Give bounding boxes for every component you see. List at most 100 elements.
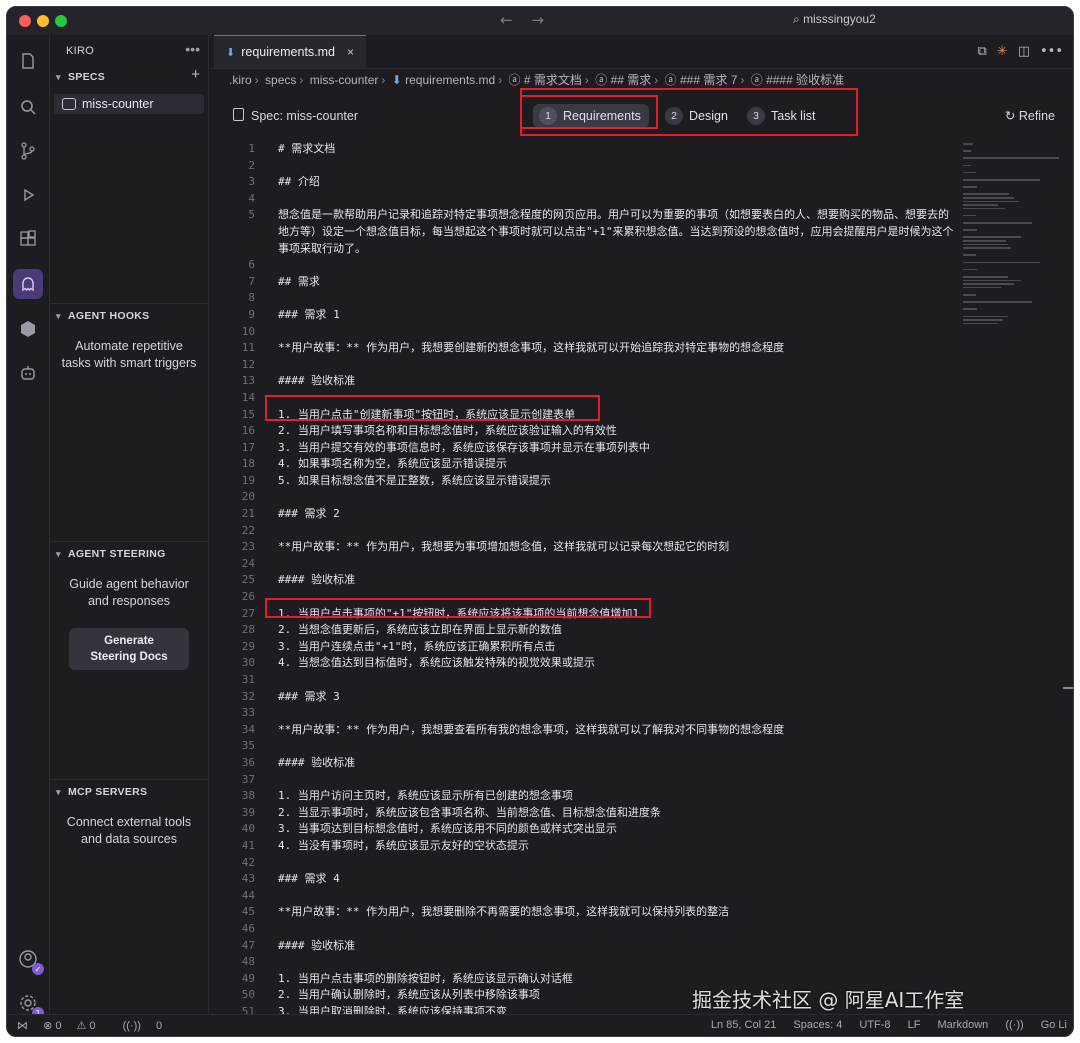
extensions-icon[interactable] <box>16 227 40 251</box>
code-line[interactable]: 40 3. 当事项达到目标想念值时，系统应该用不同的颜色或样式突出显示 <box>211 821 951 838</box>
agent-steering-section-header[interactable]: ▾ AGENT STEERING <box>56 548 166 560</box>
code-line[interactable]: 47 #### 验收标准 <box>211 938 951 955</box>
code-line[interactable]: 17 3. 当用户提交有效的事项信息时，系统应该保存该事项并显示在事项列表中 <box>211 440 951 457</box>
open-preview-icon[interactable]: ⧉ <box>977 44 986 59</box>
code-line[interactable]: 12 <box>211 357 951 374</box>
code-line[interactable]: 34 **用户故事：** 作为用户，我想要查看所有我的想念事项，这样我就可以了解我… <box>211 722 951 739</box>
run-debug-icon[interactable] <box>16 183 40 207</box>
breadcrumb-item[interactable]: #### 验收标准 <box>766 73 844 87</box>
close-window-button[interactable] <box>19 15 31 27</box>
code-line[interactable]: 19 5. 如果目标想念值不是正整数，系统应该显示错误提示 <box>211 473 951 490</box>
code-line[interactable]: 35 <box>211 738 951 755</box>
account-icon[interactable]: ✓ <box>16 947 44 975</box>
code-line[interactable]: 30 4. 当想念值达到目标值时，系统应该触发特殊的视觉效果或提示 <box>211 655 951 672</box>
cursor-position[interactable]: Ln 85, Col 21 <box>711 1019 776 1031</box>
code-line[interactable]: 14 <box>211 390 951 407</box>
robot-icon[interactable] <box>16 361 40 385</box>
code-editor[interactable]: 1 # 需求文档 2 3 ## 介绍 4 5 想念值是一款帮助用户记录和追踪对特定事项想念程度… <box>211 141 954 1020</box>
remote-icon[interactable]: ⋈ <box>17 1020 28 1032</box>
problems-indicator[interactable]: ⊗ 0 ⚠ 0 <box>43 1020 108 1032</box>
refine-button[interactable]: ↻ Refine <box>1005 108 1055 123</box>
code-line[interactable]: 27 1. 当用户点击事项的"+1"按钮时，系统应该将该事项的当前想念值增加1 <box>211 606 951 623</box>
minimize-window-button[interactable] <box>37 15 49 27</box>
code-line[interactable]: 28 2. 当想念值更新后，系统应该立即在界面上显示新的数值 <box>211 622 951 639</box>
source-control-icon[interactable] <box>16 139 40 163</box>
code-line[interactable]: 15 1. 当用户点击"创建新事项"按钮时，系统应该显示创建表单 <box>211 407 951 424</box>
code-line[interactable]: 1 # 需求文档 <box>211 141 951 158</box>
code-line[interactable]: 9 ### 需求 1 <box>211 307 951 324</box>
specs-section-header[interactable]: ▾ SPECS <box>56 71 105 83</box>
code-line[interactable]: 18 4. 如果事项名称为空，系统应该显示错误提示 <box>211 456 951 473</box>
code-line[interactable]: 44 <box>211 888 951 905</box>
add-spec-button[interactable]: + <box>191 66 200 83</box>
code-line[interactable]: 16 2. 当用户填写事项名称和目标想念值时，系统应该验证输入的有效性 <box>211 423 951 440</box>
generate-steering-docs-button[interactable]: Generate Steering Docs <box>69 628 189 670</box>
code-line[interactable]: 41 4. 当没有事项时，系统应该显示友好的空状态提示 <box>211 838 951 855</box>
scrollbar-thumb[interactable] <box>1063 687 1073 689</box>
maximize-window-button[interactable] <box>55 15 67 27</box>
code-line[interactable]: 22 <box>211 523 951 540</box>
code-line[interactable]: 48 <box>211 954 951 971</box>
code-line[interactable]: 20 <box>211 489 951 506</box>
code-line[interactable]: 38 1. 当用户访问主页时，系统应该显示所有已创建的想念事项 <box>211 788 951 805</box>
code-line[interactable]: 11 **用户故事：** 作为用户，我想要创建新的想念事项，这样我就可以开始追踪我… <box>211 340 951 357</box>
code-line[interactable]: 45 **用户故事：** 作为用户，我想要删除不再需要的想念事项，这样我就可以保持… <box>211 904 951 921</box>
go-live-button[interactable]: ((·)) Go Li <box>1005 1019 1067 1031</box>
step-task-list[interactable]: 3 Task list <box>747 104 815 128</box>
code-line[interactable]: 26 <box>211 589 951 606</box>
encoding[interactable]: UTF-8 <box>859 1019 890 1031</box>
language-mode[interactable]: Markdown <box>938 1019 989 1031</box>
code-line[interactable]: 23 **用户故事：** 作为用户，我想要为事项增加想念值，这样我就可以记录每次想… <box>211 539 951 556</box>
code-line[interactable]: 24 <box>211 556 951 573</box>
breadcrumb-item[interactable]: specs <box>265 73 296 87</box>
agent-hooks-section-header[interactable]: ▾ AGENT HOOKS <box>56 310 149 322</box>
forward-arrow-icon[interactable]: → <box>531 11 544 29</box>
search-icon[interactable] <box>16 95 40 119</box>
breadcrumb-item[interactable]: .kiro <box>229 73 252 87</box>
minimap[interactable] <box>963 141 1061 325</box>
breadcrumb-item[interactable]: requirements.md <box>405 73 495 87</box>
code-line[interactable]: 25 #### 验收标准 <box>211 572 951 589</box>
code-line[interactable]: 8 <box>211 290 951 307</box>
breadcrumb-item[interactable]: ### 需求 7 <box>680 73 737 87</box>
code-line[interactable]: 5 想念值是一款帮助用户记录和追踪对特定事项想念程度的网页应用。用户可以为重要的事… <box>211 207 953 257</box>
cube-icon[interactable] <box>16 317 40 341</box>
code-line[interactable]: 7 ## 需求 <box>211 274 951 291</box>
code-line[interactable]: 13 #### 验收标准 <box>211 373 951 390</box>
tab-requirements-md[interactable]: ⬇ requirements.md × <box>214 35 366 68</box>
back-arrow-icon[interactable]: ← <box>500 11 513 29</box>
breadcrumb-item[interactable]: ## 需求 <box>611 73 652 87</box>
spec-item-miss-counter[interactable]: miss-counter <box>54 94 204 114</box>
code-line[interactable]: 2 <box>211 158 951 175</box>
breadcrumb-item[interactable]: # 需求文档 <box>524 73 582 87</box>
sidebar-more-icon[interactable]: ••• <box>185 41 200 57</box>
code-line[interactable]: 46 <box>211 921 951 938</box>
kiro-sparkle-icon[interactable]: ✳ <box>997 44 1008 59</box>
mcp-servers-section-header[interactable]: ▾ MCP SERVERS <box>56 786 147 798</box>
kiro-ghost-icon[interactable] <box>13 269 43 299</box>
code-line[interactable]: 36 #### 验收标准 <box>211 755 951 772</box>
code-line[interactable]: 39 2. 当显示事项时，系统应该包含事项名称、当前想念值、目标想念值和进度条 <box>211 805 951 822</box>
code-line[interactable]: 4 <box>211 191 951 208</box>
end-of-line[interactable]: LF <box>908 1019 921 1031</box>
split-editor-icon[interactable]: ◫ <box>1018 44 1030 59</box>
settings-gear-icon[interactable]: 1 <box>16 991 44 1019</box>
code-line[interactable]: 10 <box>211 324 951 341</box>
code-line[interactable]: 33 <box>211 705 951 722</box>
code-line[interactable]: 37 <box>211 772 951 789</box>
code-line[interactable]: 32 ### 需求 3 <box>211 689 951 706</box>
code-line[interactable]: 29 3. 当用户连续点击"+1"时，系统应该正确累积所有点击 <box>211 639 951 656</box>
close-tab-icon[interactable]: × <box>347 45 354 59</box>
command-search[interactable]: ⌕ misssingyou2 <box>793 12 876 27</box>
more-actions-icon[interactable]: ••• <box>1040 44 1063 59</box>
code-line[interactable]: 3 ## 介绍 <box>211 174 951 191</box>
code-line[interactable]: 21 ### 需求 2 <box>211 506 951 523</box>
code-line[interactable]: 42 <box>211 855 951 872</box>
step-requirements[interactable]: 1 Requirements <box>533 104 649 128</box>
ports-indicator[interactable]: ((·)) 0 <box>123 1020 175 1032</box>
code-line[interactable]: 43 ### 需求 4 <box>211 871 951 888</box>
explorer-icon[interactable] <box>16 49 40 73</box>
indentation[interactable]: Spaces: 4 <box>793 1019 842 1031</box>
breadcrumb-item[interactable]: miss-counter <box>310 73 379 87</box>
step-design[interactable]: 2 Design <box>665 104 728 128</box>
